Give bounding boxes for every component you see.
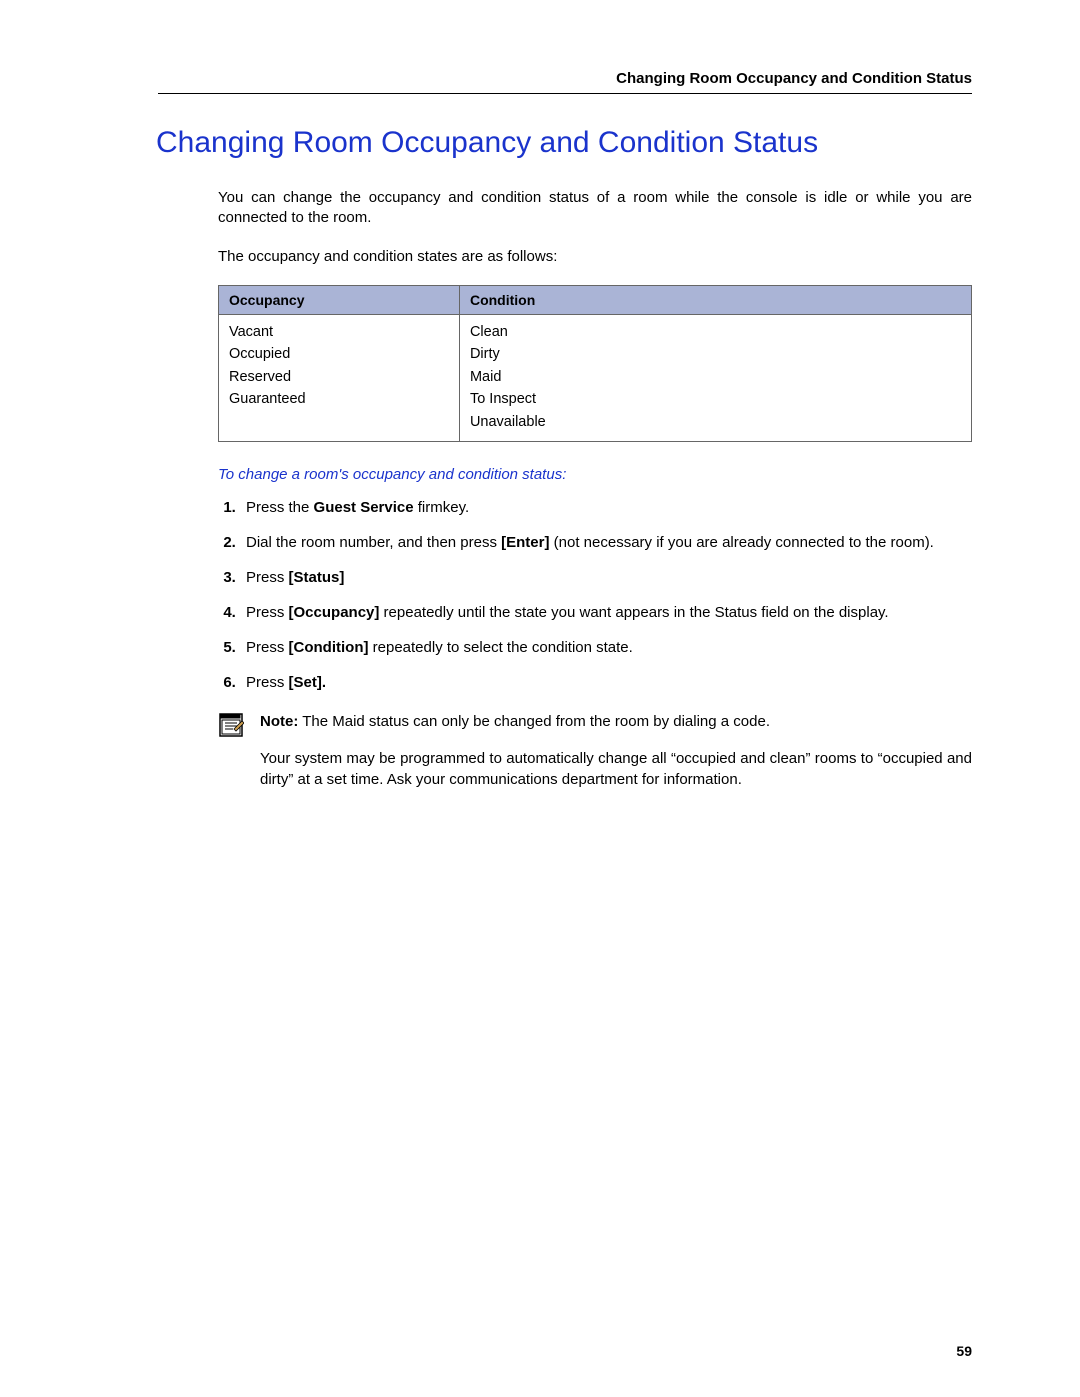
note-text: Note: The Maid status can only be change… [260, 711, 972, 806]
step-item: Press [Condition] repeatedly to select t… [240, 637, 972, 658]
condition-value: Dirty [470, 343, 961, 365]
step-key: [Enter] [501, 534, 549, 551]
intro-paragraph-2: The occupancy and condition states are a… [218, 247, 972, 267]
page: Changing Room Occupancy and Condition St… [0, 0, 1080, 1397]
condition-value: Unavailable [470, 411, 961, 433]
steps-list: Press the Guest Service firmkey. Dial th… [218, 497, 972, 693]
step-key: [Set]. [289, 674, 327, 691]
table-header-condition: Condition [459, 285, 971, 314]
occupancy-value: Vacant [229, 321, 449, 343]
step-item: Press [Occupancy] repeatedly until the s… [240, 602, 972, 623]
note-icon [218, 711, 246, 806]
intro-paragraph-1: You can change the occupancy and conditi… [218, 188, 972, 229]
step-text: Press [246, 674, 289, 691]
step-text: Press [246, 604, 289, 621]
occupancy-value: Guaranteed [229, 388, 449, 410]
states-table: Occupancy Condition Vacant Occupied Rese… [218, 285, 972, 442]
table-header-occupancy: Occupancy [219, 285, 460, 314]
condition-cell: Clean Dirty Maid To Inspect Unavailable [459, 314, 971, 441]
step-text: repeatedly until the state you want appe… [379, 604, 888, 621]
step-text: Press [246, 569, 289, 586]
step-item: Press [Status] [240, 567, 972, 588]
step-key: [Occupancy] [289, 604, 380, 621]
body-content: You can change the occupancy and conditi… [218, 188, 972, 806]
occupancy-cell: Vacant Occupied Reserved Guaranteed [219, 314, 460, 441]
step-key: Guest Service [314, 499, 414, 516]
step-text: Press [246, 639, 289, 656]
running-head: Changing Room Occupancy and Condition St… [158, 70, 972, 94]
step-key: [Condition] [289, 639, 369, 656]
step-text: Press the [246, 499, 314, 516]
step-text: firmkey. [414, 499, 470, 516]
step-item: Dial the room number, and then press [En… [240, 532, 972, 553]
step-text: Dial the room number, and then press [246, 534, 501, 551]
note-line: Your system may be programmed to automat… [260, 748, 972, 790]
note-block: Note: The Maid status can only be change… [218, 711, 972, 806]
occupancy-value: Occupied [229, 343, 449, 365]
note-line: The Maid status can only be changed from… [298, 713, 770, 730]
page-number: 59 [956, 1343, 972, 1359]
table-row: Vacant Occupied Reserved Guaranteed Clea… [219, 314, 972, 441]
condition-value: Clean [470, 321, 961, 343]
condition-value: Maid [470, 366, 961, 388]
page-title: Changing Room Occupancy and Condition St… [156, 126, 972, 160]
step-text: repeatedly to select the condition state… [368, 639, 632, 656]
note-label: Note: [260, 713, 298, 730]
step-key: [Status] [289, 569, 345, 586]
procedure-subheading: To change a room's occupancy and conditi… [218, 466, 972, 483]
step-text: (not necessary if you are already connec… [549, 534, 933, 551]
occupancy-value: Reserved [229, 366, 449, 388]
step-item: Press [Set]. [240, 672, 972, 693]
step-item: Press the Guest Service firmkey. [240, 497, 972, 518]
condition-value: To Inspect [470, 388, 961, 410]
